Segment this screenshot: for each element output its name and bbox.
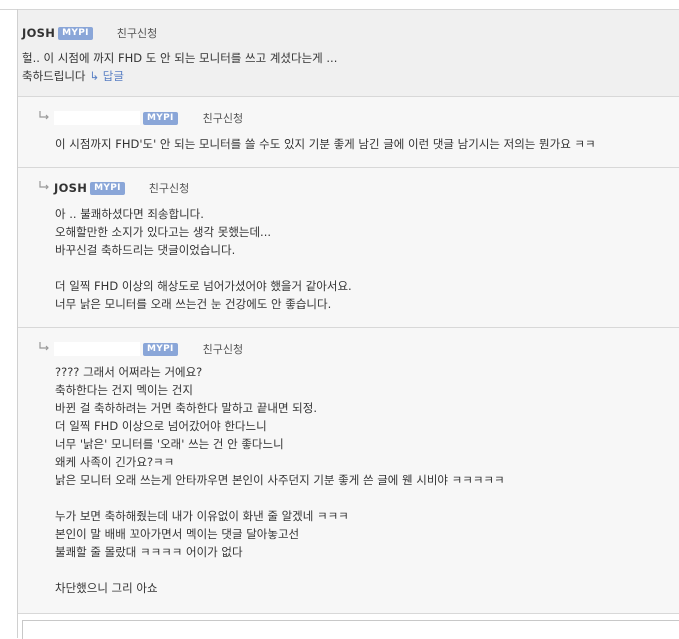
comment-line <box>55 561 505 579</box>
comment-line: 더 일찍 FHD 이상의 해상도로 넘어가셨어야 했을거 같아서요. <box>55 279 352 293</box>
friend-request-link[interactable]: 친구신청 <box>203 110 243 126</box>
comment-main: JOSH MYPI 친구신청 헐.. 이 시점에 까지 FHD 도 안 되는 모… <box>18 10 679 97</box>
comment-body: 헐.. 이 시점에 까지 FHD 도 안 되는 모니터를 쓰고 계셨다는게 ..… <box>22 49 337 85</box>
mypi-badge[interactable]: MYPI <box>143 342 178 356</box>
comment-line: 바꾸신걸 축하드리는 댓글이었습니다. <box>55 243 236 257</box>
mypi-badge[interactable]: MYPI <box>90 181 125 195</box>
friend-request-link[interactable]: 친구신청 <box>149 180 189 196</box>
author-nickname-hidden <box>54 342 140 356</box>
reply-indent-icon <box>39 181 49 190</box>
comment-input-box[interactable] <box>22 620 679 639</box>
comment-header: JOSH MYPI 친구신청 <box>22 25 157 41</box>
reply-indent-icon <box>39 342 49 351</box>
comment-line: 헐.. 이 시점에 까지 FHD 도 안 되는 모니터를 쓰고 계셨다는게 ..… <box>22 51 338 65</box>
top-divider <box>0 0 679 10</box>
comment-line <box>55 489 505 507</box>
comment-line: 더 일찍 FHD 이상으로 넘어갔어야 한다느니 <box>55 419 267 433</box>
comment-line: 이 시점까지 FHD'도' 안 되는 모니터를 쓸 수도 있지 기분 좋게 남긴… <box>55 137 596 151</box>
comment-line: 왜케 사족이 긴가요?ㅋㅋ <box>55 455 175 469</box>
comment-line: ???? 그래서 어쩌라는 거에요? <box>55 365 203 379</box>
comment-line: 본인이 말 배배 꼬아가면서 멕이는 댓글 달아놓고선 <box>55 527 300 541</box>
comment-header: JOSH MYPI 친구신청 <box>54 180 189 196</box>
comment-line: 차단했으니 그리 아쇼 <box>55 581 158 595</box>
comment-line: 누가 보면 축하해줬는데 내가 이유없이 화낸 줄 알겠네 ㅋㅋㅋ <box>55 509 349 523</box>
comment-line: 축하한다는 건지 멕이는 건지 <box>55 383 193 397</box>
reply-comment: MYPI 친구신청 이 시점까지 FHD'도' 안 되는 모니터를 쓸 수도 있… <box>18 97 679 168</box>
comment-line: 축하드립니다 <box>22 69 86 83</box>
comment-body: 아 .. 불쾌하셨다면 죄송합니다. 오해할만한 소지가 있다고는 생각 못했는… <box>55 205 352 313</box>
reply-arrow-icon: ↳ <box>89 69 100 83</box>
comment-line: 너무 낡은 모니터를 오래 쓰는건 눈 건강에도 안 좋습니다. <box>55 297 332 311</box>
comment-line: 너무 '낡은' 모니터를 '오래' 쓰는 건 안 좋다느니 <box>55 437 284 451</box>
author-nickname-hidden <box>54 111 140 125</box>
comment-line-with-reply: 축하드립니다 ↳ 답글 <box>22 67 337 85</box>
comment-line: 불쾌할 줄 몰랐대 ㅋㅋㅋㅋ 어이가 없다 <box>55 545 243 559</box>
comment-body: ???? 그래서 어쩌라는 거에요? 축하한다는 건지 멕이는 건지 바뀐 걸 … <box>55 363 505 597</box>
mypi-badge[interactable]: MYPI <box>143 111 178 125</box>
comment-line: 바뀐 걸 축하하려는 거면 축하한다 말하고 끝내면 되정. <box>55 401 318 415</box>
comment-header: MYPI 친구신청 <box>54 341 243 357</box>
reply-comment: MYPI 친구신청 ???? 그래서 어쩌라는 거에요? 축하한다는 건지 멕이… <box>18 328 679 614</box>
comment-line <box>55 259 352 277</box>
reply-button[interactable]: ↳ 답글 <box>89 69 123 83</box>
reply-comment: JOSH MYPI 친구신청 아 .. 불쾌하셨다면 죄송합니다. 오해할만한 … <box>18 168 679 328</box>
friend-request-link[interactable]: 친구신청 <box>117 25 157 41</box>
mypi-badge[interactable]: MYPI <box>58 26 93 40</box>
comment-header: MYPI 친구신청 <box>54 110 243 126</box>
comment-body: 이 시점까지 FHD'도' 안 되는 모니터를 쓸 수도 있지 기분 좋게 남긴… <box>55 135 596 153</box>
friend-request-link[interactable]: 친구신청 <box>203 341 243 357</box>
comment-line: 오해할만한 소지가 있다고는 생각 못했는데... <box>55 225 272 239</box>
author-nickname[interactable]: JOSH <box>22 26 55 40</box>
comment-line: 아 .. 불쾌하셨다면 죄송합니다. <box>55 207 204 221</box>
author-nickname[interactable]: JOSH <box>54 181 87 195</box>
comment-line: 낡은 모니터 오래 쓰는게 안타까우면 본인이 사주던지 기분 좋게 쓴 글에 … <box>55 473 505 487</box>
reply-indent-icon <box>39 111 49 120</box>
reply-label: 답글 <box>102 69 124 83</box>
